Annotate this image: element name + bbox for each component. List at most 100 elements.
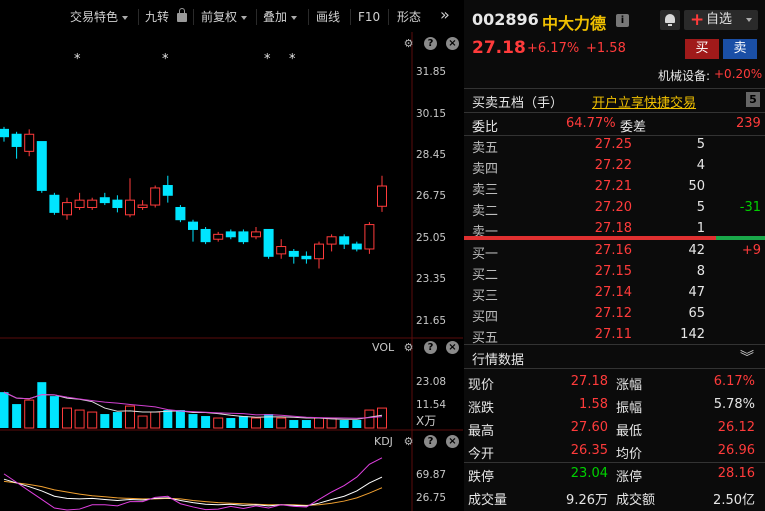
- level-delta: +9: [741, 243, 761, 258]
- close-icon[interactable]: ×: [446, 341, 459, 354]
- quote-label: 最低: [616, 424, 643, 439]
- candle-body: [326, 236, 337, 245]
- candle-body: [175, 206, 186, 221]
- quote-value: 27.60: [570, 420, 608, 435]
- alert-bell-icon[interactable]: [660, 10, 680, 30]
- candle-body: [339, 236, 350, 245]
- toolbar-divider: [350, 9, 351, 25]
- toolbar-adjust-dropdown[interactable]: 前复权: [201, 8, 248, 26]
- y-tick-label: 26.75: [416, 492, 447, 504]
- price-change-pct: +6.17%: [527, 41, 580, 56]
- open-account-link[interactable]: 开户立享快捷交易: [592, 92, 696, 111]
- quote-label: 最高: [468, 424, 495, 439]
- kline-chart[interactable]: [0, 32, 463, 511]
- y-tick-label: 30.15: [416, 108, 447, 120]
- volume-bar: [24, 399, 35, 429]
- lock-icon: [176, 8, 187, 22]
- volume-bar: [352, 420, 362, 428]
- volume-bar: [238, 416, 248, 428]
- signal-star-marker: *: [162, 52, 169, 67]
- order-book-row[interactable]: 卖二 27.20 5 -31: [464, 198, 765, 219]
- volume-bar: [100, 414, 110, 428]
- level-price: 27.14: [594, 285, 632, 300]
- candle-body: [36, 141, 47, 191]
- gear-icon[interactable]: ⚙: [402, 435, 415, 448]
- candle-body: [263, 228, 274, 257]
- quote-row: 今开 26.35 均价 26.96: [464, 441, 765, 463]
- volume-bar: [112, 412, 122, 428]
- depth-level-badge[interactable]: 5: [746, 92, 760, 107]
- toolbar-trade-feature-dropdown[interactable]: 交易特色: [70, 8, 129, 26]
- candle-body: [87, 199, 98, 208]
- kdj-k-line: [3, 476, 383, 507]
- level-price: 27.15: [594, 264, 632, 279]
- help-icon[interactable]: ?: [424, 435, 437, 448]
- close-icon[interactable]: ×: [446, 37, 459, 50]
- buy-pressure-bar: [464, 236, 716, 240]
- toolbar-label: F10: [358, 10, 381, 24]
- sector-name[interactable]: 机械设备:: [658, 67, 710, 84]
- expand-panel-icon[interactable]: »: [440, 6, 450, 24]
- order-book-row[interactable]: 买四 27.12 65: [464, 304, 765, 325]
- candle-body: [137, 204, 148, 208]
- stock-code: 002896: [472, 10, 539, 29]
- quote-value: 23.04: [570, 466, 608, 481]
- help-icon[interactable]: ?: [424, 37, 437, 50]
- toolbar-label: 画线: [316, 10, 341, 24]
- toolbar-divider: [193, 9, 194, 25]
- volume-bar: [264, 414, 274, 428]
- chevron-down-icon: [291, 15, 298, 20]
- quote-label: 现价: [468, 378, 495, 393]
- order-book-row[interactable]: 买二 27.15 8: [464, 262, 765, 283]
- buy-button[interactable]: 买: [685, 39, 719, 59]
- toolbar-label: 交易特色: [70, 10, 119, 24]
- order-book-row[interactable]: 买五 27.11 142: [464, 325, 765, 346]
- candle-body: [225, 231, 236, 238]
- level-label: 买三: [472, 289, 499, 304]
- candle-body: [125, 199, 135, 216]
- toolbar-divider: [308, 9, 309, 25]
- volume-bar: [339, 420, 349, 428]
- level-price: 27.11: [594, 327, 632, 342]
- toolbar-f10-button[interactable]: F10: [358, 8, 380, 26]
- quote-panel: 002896 中大力德 i + 自选 27.18 +6.17% +1.58 买 …: [464, 0, 765, 511]
- candle-body: [188, 221, 198, 230]
- toolbar-nine-turn-button[interactable]: 九转: [145, 8, 187, 26]
- volume-bar: [301, 420, 311, 428]
- info-icon[interactable]: i: [616, 14, 629, 27]
- ratio-value: 64.77%: [566, 116, 616, 131]
- quote-row: 涨跌 1.58 振幅 5.78%: [464, 395, 765, 417]
- level-label: 卖四: [472, 162, 499, 177]
- sell-button[interactable]: 卖: [723, 39, 757, 59]
- toolbar-pattern-button[interactable]: 形态: [397, 8, 421, 26]
- volume-bar: [377, 407, 387, 429]
- order-book-row[interactable]: 卖四 27.22 4: [464, 156, 765, 177]
- chevron-down-icon: [241, 15, 248, 20]
- divider: [464, 462, 765, 463]
- volume-bar: [87, 411, 98, 429]
- level-volume: 42: [688, 243, 705, 258]
- close-icon[interactable]: ×: [446, 435, 459, 448]
- volume-bar: [49, 396, 59, 428]
- order-book-row[interactable]: 买三 27.14 47: [464, 283, 765, 304]
- toolbar-overlay-dropdown[interactable]: 叠加: [263, 8, 298, 26]
- level-label: 买二: [472, 268, 499, 283]
- candle-body: [62, 202, 72, 216]
- divider: [464, 344, 765, 345]
- order-book-row[interactable]: 卖三 27.21 50: [464, 177, 765, 198]
- help-icon[interactable]: ?: [424, 341, 437, 354]
- diff-label: 委差: [620, 120, 647, 135]
- level-price: 27.25: [594, 137, 632, 152]
- toolbar-draw-line-button[interactable]: 画线: [316, 8, 340, 26]
- diff-value: 239: [736, 116, 761, 131]
- candles-group: [0, 126, 387, 269]
- gear-icon[interactable]: ⚙: [402, 341, 415, 354]
- collapse-chevron-icon[interactable]: ︾: [740, 347, 754, 367]
- y-tick-label: 23.08: [416, 376, 447, 388]
- order-book-row[interactable]: 卖五 27.25 5: [464, 135, 765, 156]
- gear-icon[interactable]: ⚙: [402, 37, 415, 50]
- y-tick-label: 28.45: [416, 149, 447, 161]
- order-book-row[interactable]: 买一 27.16 42 +9: [464, 241, 765, 262]
- quote-value: 1.58: [579, 397, 608, 412]
- add-watchlist-button[interactable]: + 自选: [684, 10, 758, 30]
